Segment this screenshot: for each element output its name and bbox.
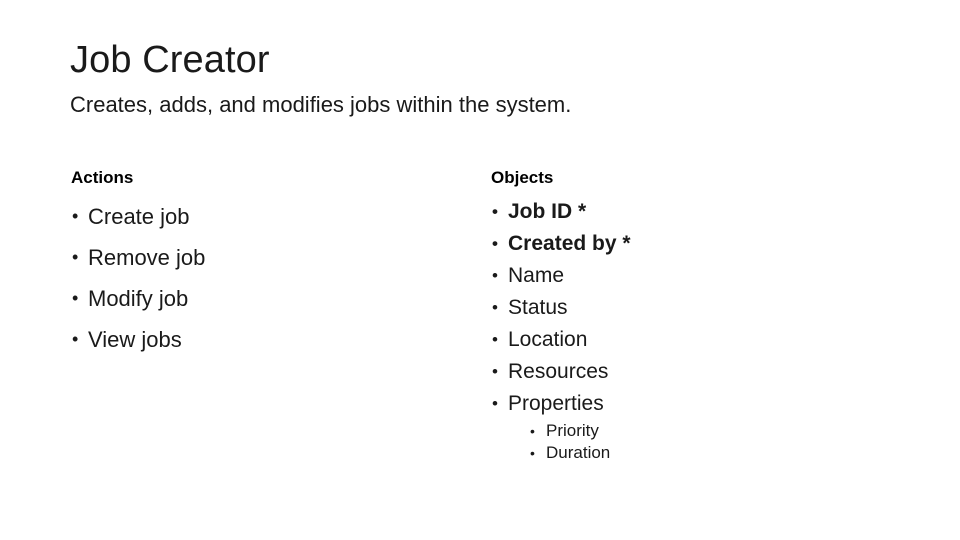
column-actions: Actions • Create job • Remove job • Modi…: [71, 168, 471, 360]
bullet-icon: •: [72, 288, 79, 309]
bullet-icon: •: [492, 234, 498, 254]
sub-list-item: • Duration: [530, 442, 911, 464]
properties-sublist: • Priority • Duration: [491, 420, 911, 464]
bullet-icon: •: [72, 247, 79, 268]
objects-list: • Job ID * • Created by * • Name • Statu…: [491, 196, 911, 420]
page-subtitle: Creates, adds, and modifies jobs within …: [70, 91, 572, 117]
list-item: • View jobs: [71, 319, 471, 360]
bullet-icon: •: [492, 394, 498, 414]
list-item: • Name: [491, 260, 911, 292]
list-item: • Properties: [491, 388, 911, 420]
list-item-label: Name: [508, 264, 565, 288]
list-item-label: Location: [508, 328, 588, 352]
list-item-label: Remove job: [88, 245, 206, 271]
list-item-label: Created by *: [508, 232, 631, 256]
bullet-icon: •: [492, 266, 498, 286]
list-item-label: Resources: [508, 360, 609, 384]
bullet-icon: •: [492, 330, 498, 350]
objects-heading: Objects: [491, 168, 554, 187]
list-item: • Modify job: [71, 278, 471, 319]
bullet-icon: •: [492, 362, 498, 382]
title-block: Job Creator Creates, adds, and modifies …: [70, 39, 900, 117]
list-item-label: Modify job: [88, 286, 189, 312]
bullet-icon: •: [72, 329, 79, 350]
slide-canvas: Job Creator Creates, adds, and modifies …: [0, 0, 960, 540]
bullet-icon: •: [492, 298, 498, 318]
sub-list-item-label: Duration: [546, 443, 611, 463]
list-item: • Create job: [71, 196, 471, 237]
list-item: • Created by *: [491, 228, 911, 260]
bullet-icon: •: [492, 202, 498, 222]
list-item-label: Job ID *: [508, 200, 587, 224]
list-item-label: Create job: [88, 204, 190, 230]
page-title: Job Creator: [70, 39, 270, 81]
sub-list-item-label: Priority: [546, 421, 599, 441]
list-item: • Job ID *: [491, 196, 911, 228]
list-item-label: View jobs: [88, 327, 182, 353]
actions-heading: Actions: [71, 168, 134, 187]
column-objects: Objects • Job ID * • Created by * • Name…: [491, 168, 911, 464]
list-item: • Remove job: [71, 237, 471, 278]
sub-list-item: • Priority: [530, 420, 911, 442]
list-item: • Status: [491, 292, 911, 324]
list-item-label: Properties: [508, 392, 604, 416]
list-item: • Location: [491, 324, 911, 356]
list-item-label: Status: [508, 296, 568, 320]
list-item: • Resources: [491, 356, 911, 388]
bullet-icon: •: [72, 206, 79, 227]
bullet-icon: •: [530, 445, 535, 462]
actions-list: • Create job • Remove job • Modify job •…: [71, 196, 471, 360]
bullet-icon: •: [530, 423, 535, 440]
